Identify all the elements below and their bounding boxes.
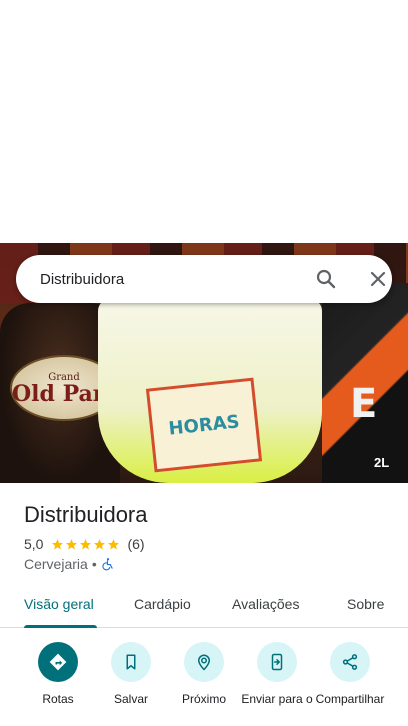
tab-overview[interactable]: Visão geral (24, 596, 94, 612)
category-row: Cervejaria • (24, 556, 115, 572)
nearby-icon (184, 642, 224, 682)
rating-row[interactable]: 5,0 (6) (24, 536, 145, 552)
search-icon[interactable] (314, 267, 338, 291)
star-icon (94, 538, 106, 549)
star-icon (52, 538, 64, 549)
map-area (0, 0, 408, 243)
send-to-phone-icon (257, 642, 297, 682)
bookmark-icon (111, 642, 151, 682)
tab-reviews[interactable]: Avaliações (232, 596, 299, 612)
search-input[interactable]: Distribuidora (40, 271, 392, 288)
action-bar: Rotas Salvar Próximo Enviar para o Compa… (0, 628, 408, 726)
place-category: Cervejaria (24, 556, 88, 572)
share-icon (330, 642, 370, 682)
star-icon (108, 538, 120, 549)
share-label: Compartilhar (315, 692, 385, 706)
nearby-button[interactable]: Próximo (164, 642, 244, 707)
tab-menu[interactable]: Cardápio (134, 596, 191, 612)
search-bar[interactable]: Distribuidora (16, 255, 392, 303)
rating-value: 5,0 (24, 536, 44, 552)
separator-dot: • (91, 556, 97, 572)
directions-button[interactable]: Rotas (18, 642, 98, 707)
share-button[interactable]: Compartilhar (310, 642, 390, 707)
directions-label: Rotas (42, 692, 74, 706)
close-icon[interactable] (366, 267, 390, 291)
photo-box: E 2L (322, 283, 408, 483)
review-count: (6) (127, 536, 145, 552)
save-button[interactable]: Salvar (91, 642, 171, 707)
wheelchair-accessible-icon (101, 557, 115, 571)
directions-icon (38, 642, 78, 682)
photo-glass-logo: HORAS (145, 377, 263, 473)
place-title: Distribuidora (24, 502, 148, 527)
star-icon (80, 538, 92, 549)
rating-stars (51, 538, 121, 551)
send-to-phone-label: Enviar para o (241, 692, 313, 706)
save-label: Salvar (113, 692, 148, 706)
star-icon (66, 538, 78, 549)
tab-about[interactable]: Sobre (347, 596, 384, 612)
tab-bar: Visão geral Cardápio Avaliações Sobre (0, 588, 408, 628)
nearby-label: Próximo (181, 692, 226, 706)
send-to-phone-button[interactable]: Enviar para o (237, 642, 317, 707)
